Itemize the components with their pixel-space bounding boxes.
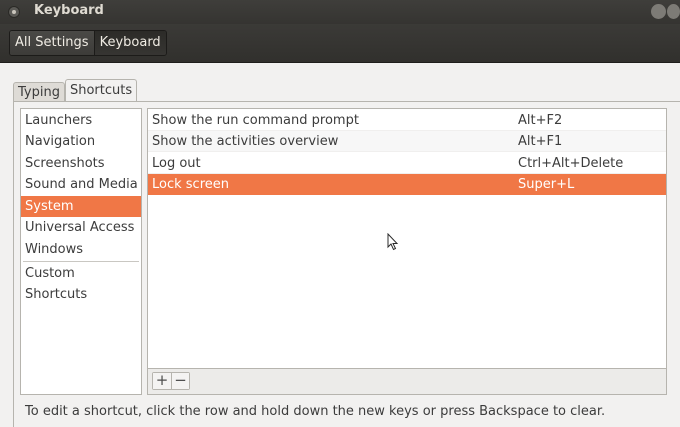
shortcut-accel: Super+L (518, 177, 575, 192)
breadcrumb-all-settings[interactable]: All Settings (10, 31, 94, 55)
mouse-pointer-icon (387, 233, 399, 251)
category-custom-shortcuts[interactable]: Custom Shortcuts (21, 263, 141, 302)
window-title: Keyboard (34, 3, 104, 18)
shortcut-row-selected[interactable]: Lock screen Super+L (148, 174, 666, 195)
add-shortcut-button[interactable]: + (153, 373, 171, 389)
breadcrumb: All Settings Keyboard (9, 30, 167, 56)
shortcut-list: Show the run command prompt Alt+F2 Show … (147, 108, 667, 369)
shortcut-row[interactable]: Show the run command prompt Alt+F2 (148, 110, 666, 131)
category-sound-and-media[interactable]: Sound and Media (21, 174, 141, 195)
breadcrumb-keyboard[interactable]: Keyboard (93, 31, 166, 55)
minimize-icon[interactable] (651, 4, 666, 19)
hint-text: To edit a shortcut, click the row and ho… (25, 404, 606, 419)
shortcut-accel: Ctrl+Alt+Delete (518, 156, 624, 171)
title-bar: Keyboard (0, 0, 680, 24)
list-toolbar-buttons: + − (152, 372, 190, 390)
list-toolbar: + − (147, 369, 667, 395)
category-screenshots[interactable]: Screenshots (21, 153, 141, 174)
tab-bar: Typing Shortcuts (13, 79, 138, 103)
tab-shortcuts[interactable]: Shortcuts (64, 79, 138, 103)
shortcut-accel: Alt+F1 (518, 134, 563, 149)
category-windows[interactable]: Windows (21, 239, 141, 260)
category-separator (23, 261, 139, 262)
window-menu-icon[interactable] (8, 6, 20, 18)
category-list: Launchers Navigation Screenshots Sound a… (20, 108, 142, 395)
category-universal-access[interactable]: Universal Access (21, 217, 141, 238)
category-system[interactable]: System (21, 196, 141, 217)
shortcut-name: Lock screen (152, 177, 229, 192)
tab-typing[interactable]: Typing (13, 82, 65, 102)
shortcut-row[interactable]: Show the activities overview Alt+F1 (148, 131, 666, 152)
header-toolbar: All Settings Keyboard (0, 24, 680, 63)
shortcut-name: Show the activities overview (152, 134, 339, 149)
shortcut-name: Log out (152, 156, 201, 171)
shortcut-row[interactable]: Log out Ctrl+Alt+Delete (148, 153, 666, 174)
category-launchers[interactable]: Launchers (21, 110, 141, 131)
category-navigation[interactable]: Navigation (21, 131, 141, 152)
remove-shortcut-button[interactable]: − (171, 373, 189, 389)
close-icon[interactable] (667, 4, 680, 19)
shortcut-name: Show the run command prompt (152, 113, 359, 128)
shortcut-accel: Alt+F2 (518, 113, 563, 128)
